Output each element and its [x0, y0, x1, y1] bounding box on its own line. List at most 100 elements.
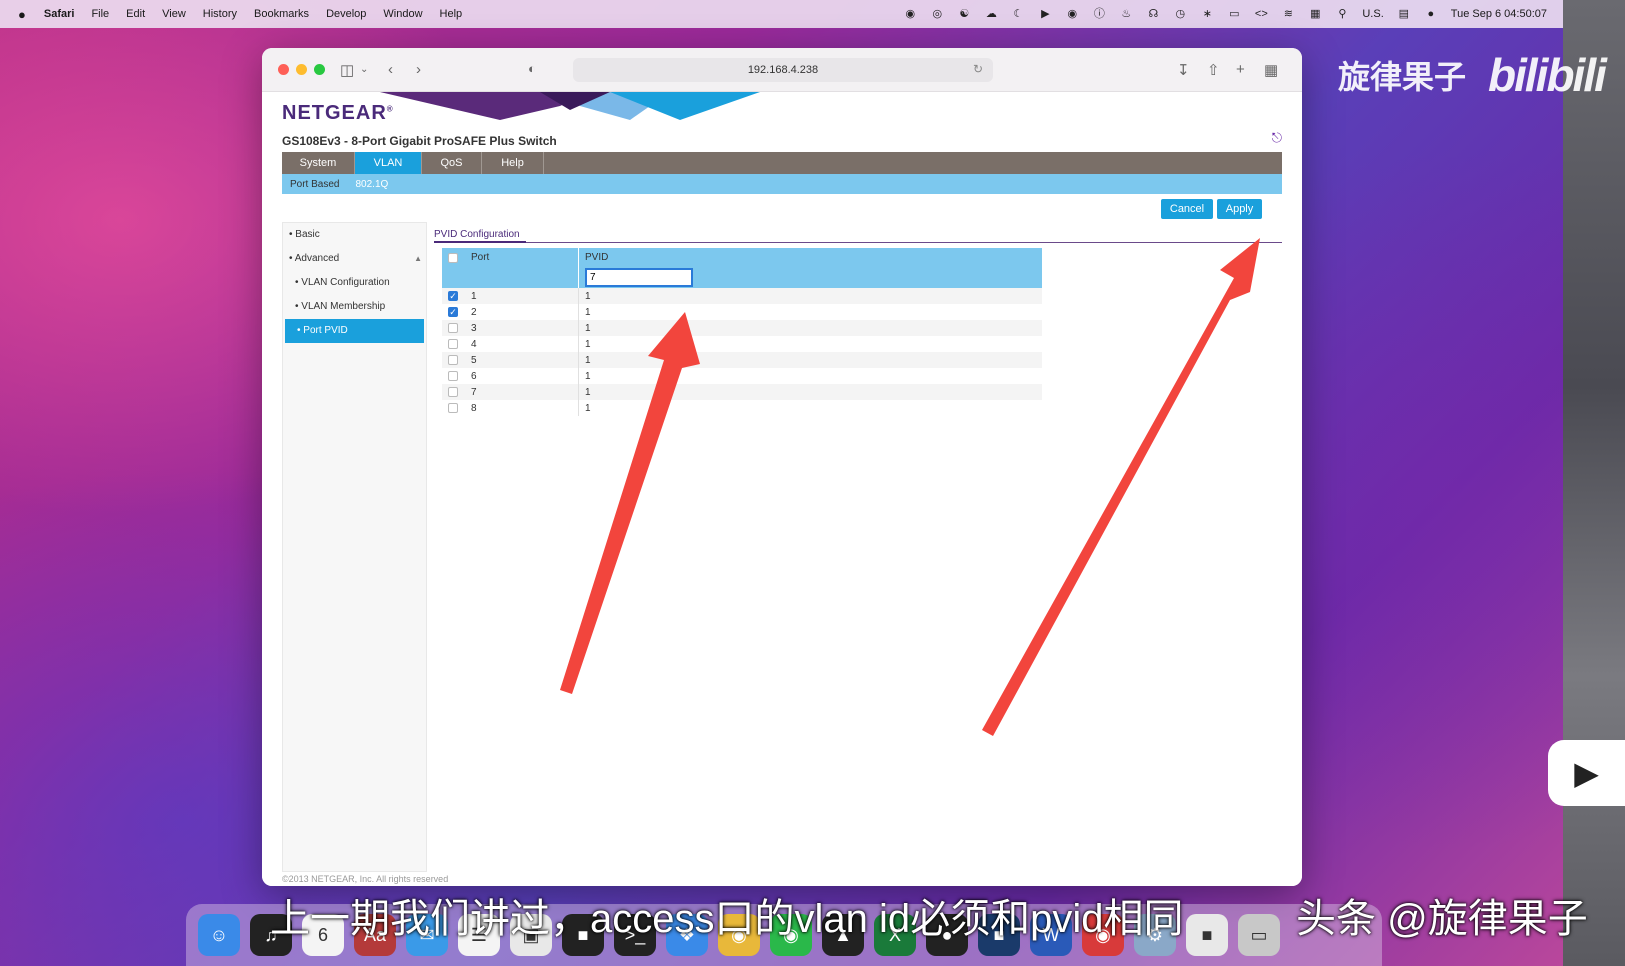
select-all-checkbox[interactable] — [448, 252, 458, 263]
pvid-cell: 1 — [585, 402, 591, 414]
port-checkbox[interactable]: ✓ — [448, 307, 458, 317]
menu-file[interactable]: File — [91, 8, 109, 20]
port-checkbox[interactable] — [448, 339, 458, 349]
play-circle-icon[interactable]: ▶ — [1038, 8, 1052, 20]
cast-icon[interactable]: ◎ — [930, 8, 944, 20]
menu-window[interactable]: Window — [383, 8, 422, 20]
bell-icon[interactable]: ♨ — [1119, 8, 1133, 20]
sidebar-item-vlan-membership[interactable]: • VLAN Membership — [283, 295, 426, 319]
bilibili-tv-icon[interactable]: ▶ — [1548, 740, 1625, 806]
source-credit: 头条 @旋律果子 — [1296, 897, 1588, 941]
collapse-caret-icon: ▲ — [414, 254, 422, 263]
pvid-cell: 1 — [585, 338, 591, 350]
status-area: ◉ ◎ ☯ ☁ ☾ ▶ ◉ ⓘ ♨ ☊ ◷ ∗ ▭ <> ≋ ▦ ⚲ U.S. … — [903, 8, 1547, 20]
moon-icon[interactable]: ☾ — [1011, 8, 1025, 20]
privacy-shield-icon[interactable]: ◐ — [528, 61, 536, 76]
menu-history[interactable]: History — [203, 8, 237, 20]
plugin-icon[interactable]: ☯ — [957, 8, 971, 20]
sidebar-item-advanced[interactable]: • Advanced ▲ — [283, 247, 426, 271]
spotlight-search-icon[interactable]: ⚲ — [1335, 8, 1349, 20]
documents-folder-icon[interactable]: ■ — [1186, 914, 1228, 956]
subtab-port-based[interactable]: Port Based — [290, 179, 339, 190]
input-source[interactable]: U.S. — [1362, 8, 1383, 20]
netgear-page: NETGEAR® GS108Ev3 - 8-Port Gigabit ProSA… — [262, 92, 1302, 886]
close-window-button[interactable] — [278, 64, 289, 75]
menu-view[interactable]: View — [162, 8, 186, 20]
col-port-header: Port — [464, 248, 579, 267]
port-checkbox[interactable] — [448, 403, 458, 413]
back-icon[interactable]: ‹ — [388, 61, 393, 78]
copyright-footer: ©2013 NETGEAR, Inc. All rights reserved — [282, 874, 449, 884]
apple-menu-icon[interactable]: ● — [18, 7, 26, 22]
logout-icon[interactable]: ⎋ — [1272, 130, 1282, 146]
subtab-8021q[interactable]: 802.1Q — [355, 179, 388, 190]
cancel-button[interactable]: Cancel — [1161, 199, 1213, 219]
tab-vlan[interactable]: VLAN — [355, 152, 422, 174]
tab-overview-icon[interactable]: ▦ — [1264, 61, 1278, 79]
menu-edit[interactable]: Edit — [126, 8, 145, 20]
tab-qos[interactable]: QoS — [422, 152, 482, 174]
table-row: 61 — [442, 368, 1042, 384]
product-title: GS108Ev3 - 8-Port Gigabit ProSAFE Plus S… — [282, 134, 557, 148]
sidebar-item-vlan-configuration[interactable]: • VLAN Configuration — [283, 271, 426, 295]
zoom-window-button[interactable] — [314, 64, 325, 75]
wechat-icon[interactable]: ◉ — [1065, 8, 1079, 20]
minimize-window-button[interactable] — [296, 64, 307, 75]
record-icon[interactable]: ◉ — [903, 8, 917, 20]
info-icon[interactable]: ⓘ — [1092, 8, 1106, 20]
port-checkbox[interactable] — [448, 323, 458, 333]
bilibili-logo: bilibili — [1488, 49, 1607, 101]
port-checkbox[interactable]: ✓ — [448, 291, 458, 301]
code-icon[interactable]: <> — [1254, 8, 1268, 20]
table-row: 31 — [442, 320, 1042, 336]
sub-nav: Port Based 802.1Q — [282, 174, 1282, 194]
battery-icon[interactable]: ▭ — [1227, 8, 1241, 20]
cloud-icon[interactable]: ☁ — [984, 8, 998, 20]
menu-help[interactable]: Help — [440, 8, 463, 20]
pvid-cell: 1 — [585, 322, 591, 334]
table-row: 71 — [442, 384, 1042, 400]
sidebar-toggle-icon[interactable]: ◫ — [340, 61, 354, 79]
section-divider — [434, 242, 1282, 243]
menu-bookmarks[interactable]: Bookmarks — [254, 8, 309, 20]
share-icon[interactable]: ⇧ — [1207, 61, 1220, 79]
siri-icon[interactable]: ● — [1424, 8, 1438, 20]
forward-icon[interactable]: › — [416, 61, 421, 78]
browser-toolbar: ◫ ⌄ ‹ › ◐ 192.168.4.238 ↻ ↧ ⇧ + ▦ — [262, 48, 1302, 92]
sidebar-item-port-pvid[interactable]: • Port PVID — [285, 319, 424, 343]
pvid-input[interactable] — [585, 268, 693, 287]
table-row: ✓ 2 1 — [442, 304, 1042, 320]
channel-watermark: 旋律果子 bilibili — [1338, 48, 1607, 102]
download-icon[interactable]: ↧ — [1177, 61, 1190, 79]
section-title: PVID Configuration — [434, 229, 520, 240]
port-cell: 3 — [464, 320, 579, 336]
new-tab-icon[interactable]: + — [1236, 61, 1245, 78]
control-center-icon[interactable]: ▤ — [1397, 8, 1411, 20]
port-checkbox[interactable] — [448, 387, 458, 397]
reload-icon[interactable]: ↻ — [973, 62, 983, 76]
port-cell: 6 — [464, 368, 579, 384]
menu-clock[interactable]: Tue Sep 6 04:50:07 — [1451, 8, 1547, 20]
table-header: Port PVID — [442, 248, 1042, 267]
trash-icon[interactable]: ▭ — [1238, 914, 1280, 956]
bluetooth-icon[interactable]: ∗ — [1200, 8, 1214, 20]
address-bar[interactable]: 192.168.4.238 ↻ — [573, 58, 993, 82]
table-row: 81 — [442, 400, 1042, 416]
port-checkbox[interactable] — [448, 355, 458, 365]
netgear-logo: NETGEAR® — [282, 102, 394, 124]
headphones-icon[interactable]: ☊ — [1146, 8, 1160, 20]
wifi-icon[interactable]: ≋ — [1281, 8, 1295, 20]
tab-system[interactable]: System — [282, 152, 355, 174]
time-machine-icon[interactable]: ◷ — [1173, 8, 1187, 20]
port-checkbox[interactable] — [448, 371, 458, 381]
sidebar-item-basic[interactable]: • Basic — [283, 223, 426, 247]
finder-icon[interactable]: ☺ — [198, 914, 240, 956]
keyboard-icon[interactable]: ▦ — [1308, 8, 1322, 20]
main-nav: System VLAN QoS Help — [282, 152, 1282, 174]
port-cell: 1 — [464, 288, 579, 304]
chevron-down-icon[interactable]: ⌄ — [360, 64, 368, 75]
apply-button[interactable]: Apply — [1217, 199, 1262, 219]
menu-app[interactable]: Safari — [44, 8, 75, 20]
tab-help[interactable]: Help — [482, 152, 544, 174]
menu-develop[interactable]: Develop — [326, 8, 366, 20]
